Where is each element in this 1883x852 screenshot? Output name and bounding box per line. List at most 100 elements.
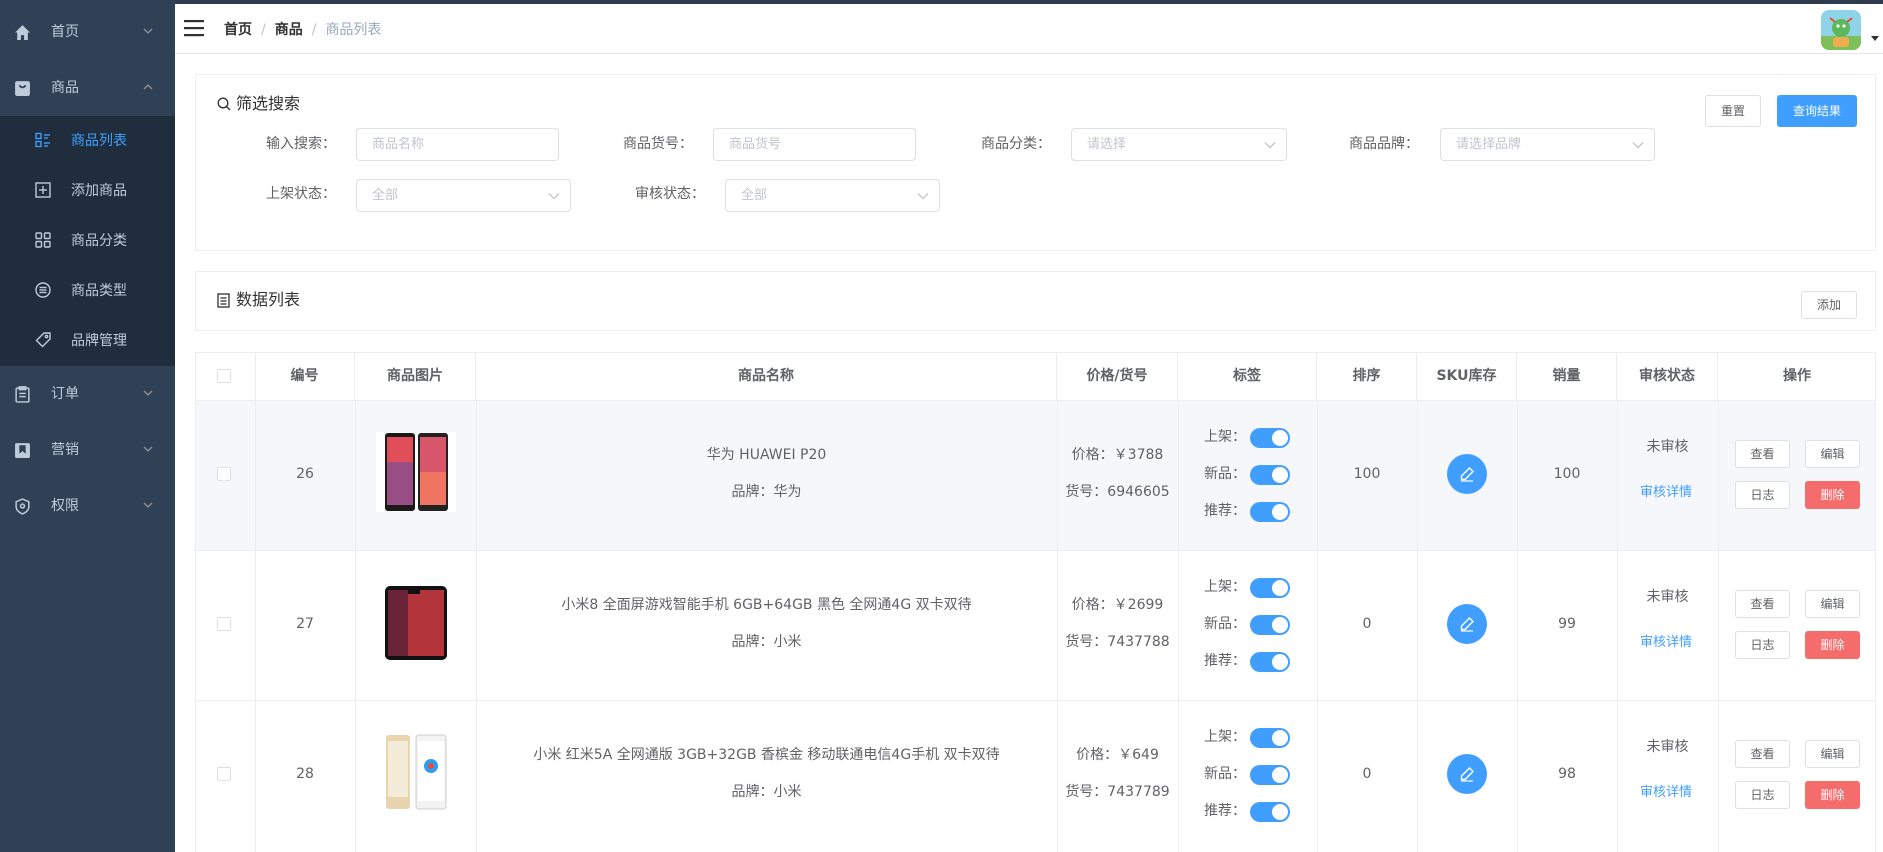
product-price: 价格：￥3788 <box>1071 447 1164 463</box>
menu-marketing[interactable]: 营销 <box>0 422 175 478</box>
shield-icon <box>15 498 30 515</box>
menu-order[interactable]: 订单 <box>0 366 175 422</box>
publish-switch[interactable] <box>1250 428 1290 448</box>
submenu-item-add-product[interactable]: 添加商品 <box>0 166 175 216</box>
home-icon <box>15 25 30 40</box>
category-select[interactable]: 请选择 <box>1071 128 1287 161</box>
new-switch[interactable] <box>1250 765 1290 785</box>
tag-new-label: 新品： <box>1204 466 1246 482</box>
reset-button[interactable]: 重置 <box>1705 95 1761 127</box>
chevron-down-icon <box>1264 142 1276 149</box>
navbar: 首页 / 商品 / 商品列表 <box>175 4 1883 54</box>
column-divider <box>1617 400 1618 852</box>
th-actions: 操作 <box>1783 368 1811 384</box>
chevron-down-icon <box>917 193 929 200</box>
submenu-label: 商品类型 <box>71 283 127 299</box>
product-sn: 货号：7437789 <box>1065 784 1170 800</box>
column-divider <box>1178 400 1179 852</box>
th-sku: SKU库存 <box>1417 352 1517 400</box>
th-tags: 标签 <box>1178 352 1317 400</box>
verify-detail-link[interactable]: 审核详情 <box>1640 484 1692 502</box>
bookmark-icon <box>15 443 30 458</box>
publish-switch[interactable] <box>1250 578 1290 598</box>
sidebar: 首页 商品 商品列表 添加商品 商品分类 商品类型 品牌管理 订单 营销 权限 <box>0 0 175 852</box>
menu-home[interactable]: 首页 <box>0 4 175 60</box>
cell-sales: 99 <box>1558 616 1576 632</box>
chevron-down-icon <box>143 390 153 396</box>
edit-button[interactable]: 编辑 <box>1805 440 1860 468</box>
delete-button[interactable]: 删除 <box>1805 781 1860 809</box>
recommend-switch[interactable] <box>1250 802 1290 822</box>
tag-recommend-label: 推荐： <box>1204 503 1246 519</box>
hamburger-icon[interactable] <box>184 19 204 37</box>
new-switch[interactable] <box>1250 465 1290 485</box>
verify-status: 未审核 <box>1646 589 1689 605</box>
th-price: 价格/货号 <box>1057 352 1178 400</box>
verify-status-select[interactable]: 全部 <box>725 179 940 212</box>
submenu-label: 商品分类 <box>71 233 127 249</box>
th-name: 商品名称 <box>476 352 1057 400</box>
menu-permission-label: 权限 <box>51 498 79 514</box>
delete-button[interactable]: 删除 <box>1805 631 1860 659</box>
breadcrumb-separator: / <box>311 22 317 38</box>
cell-sort: 0 <box>1362 766 1372 782</box>
menu-product[interactable]: 商品 <box>0 60 175 116</box>
verify-detail-link[interactable]: 审核详情 <box>1640 634 1692 652</box>
row-checkbox[interactable] <box>217 467 231 481</box>
th-sort: 排序 <box>1317 352 1417 400</box>
row-checkbox[interactable] <box>217 767 231 781</box>
column-divider <box>1718 400 1719 852</box>
sn-input[interactable] <box>713 128 916 161</box>
edit-button[interactable]: 编辑 <box>1805 740 1860 768</box>
view-button[interactable]: 查看 <box>1735 590 1790 618</box>
recommend-switch[interactable] <box>1250 502 1290 522</box>
filter-card <box>195 74 1876 251</box>
log-button[interactable]: 日志 <box>1735 481 1790 509</box>
sku-edit-button[interactable] <box>1447 604 1487 644</box>
menu-product-label: 商品 <box>51 80 79 96</box>
submenu-item-product-category[interactable]: 商品分类 <box>0 216 175 266</box>
submenu-item-brand[interactable]: 品牌管理 <box>0 316 175 366</box>
th-id: 编号 <box>255 352 355 400</box>
sku-edit-button[interactable] <box>1447 454 1487 494</box>
breadcrumb-parent[interactable]: 商品 <box>275 21 303 39</box>
brand-select[interactable]: 请选择品牌 <box>1440 128 1655 161</box>
submenu-label: 添加商品 <box>71 183 127 199</box>
cell-sort: 0 <box>1362 616 1372 632</box>
breadcrumb-separator: / <box>261 22 266 38</box>
chevron-down-icon <box>143 446 153 452</box>
add-button[interactable]: 添加 <box>1801 291 1857 319</box>
submenu-item-product-type[interactable]: 商品类型 <box>0 266 175 316</box>
column-divider <box>255 352 256 400</box>
delete-button[interactable]: 删除 <box>1805 481 1860 509</box>
product-sn: 货号：7437788 <box>1065 634 1170 650</box>
th-image: 商品图片 <box>355 352 476 400</box>
product-name: 华为 HUAWEI P20 <box>706 447 827 463</box>
query-button[interactable]: 查询结果 <box>1777 95 1857 127</box>
view-button[interactable]: 查看 <box>1735 740 1790 768</box>
edit-button[interactable]: 编辑 <box>1805 590 1860 618</box>
cell-sales: 100 <box>1553 466 1581 482</box>
log-button[interactable]: 日志 <box>1735 631 1790 659</box>
new-switch[interactable] <box>1250 615 1290 635</box>
tag-new-label: 新品： <box>1204 766 1246 782</box>
log-button[interactable]: 日志 <box>1735 781 1790 809</box>
sku-edit-button[interactable] <box>1447 754 1487 794</box>
avatar[interactable] <box>1821 10 1861 50</box>
plus-square-icon <box>35 182 51 198</box>
caret-down-icon[interactable] <box>1871 36 1879 41</box>
recommend-switch[interactable] <box>1250 652 1290 672</box>
publish-status-select[interactable]: 全部 <box>356 179 571 212</box>
menu-permission[interactable]: 权限 <box>0 478 175 534</box>
product-image <box>376 582 456 662</box>
submenu-item-product-list[interactable]: 商品列表 <box>0 116 175 166</box>
select-all-checkbox[interactable] <box>217 369 231 383</box>
view-button[interactable]: 查看 <box>1735 440 1790 468</box>
breadcrumb-home[interactable]: 首页 <box>224 21 252 39</box>
pen-icon <box>1460 617 1474 632</box>
column-divider <box>1417 400 1418 852</box>
row-checkbox[interactable] <box>217 617 231 631</box>
keyword-input[interactable] <box>356 128 559 161</box>
verify-detail-link[interactable]: 审核详情 <box>1640 784 1692 802</box>
publish-switch[interactable] <box>1250 728 1290 748</box>
